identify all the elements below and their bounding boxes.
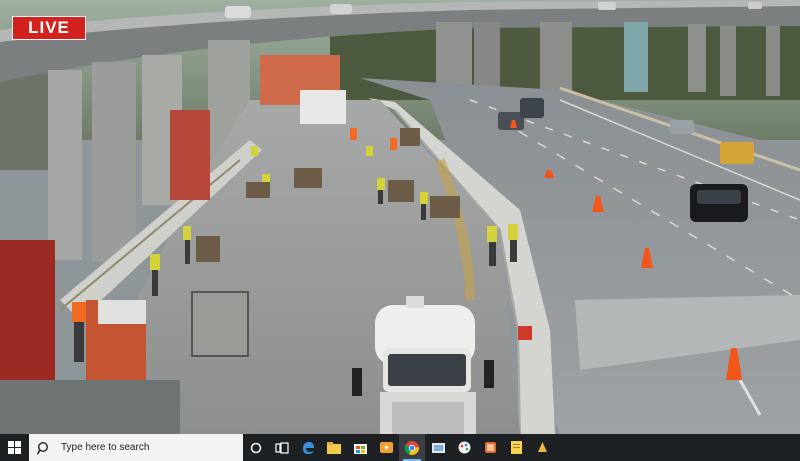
paint-icon: [458, 441, 470, 454]
chrome-button[interactable]: [399, 434, 425, 461]
edge-icon: [302, 442, 314, 454]
notes-icon: [510, 441, 522, 454]
photos-button[interactable]: [425, 434, 451, 461]
search-placeholder: Type here to search: [61, 442, 150, 453]
taskbar-search-box[interactable]: Type here to search: [29, 434, 243, 461]
search-icon: [37, 441, 49, 455]
windows-logo-icon: [8, 441, 21, 454]
highway-construction-scene: [0, 0, 800, 434]
cortana-button[interactable]: [243, 434, 269, 461]
app-button[interactable]: [529, 434, 555, 461]
photos-icon: [431, 443, 445, 453]
snip-icon: [484, 442, 496, 453]
task-view-button[interactable]: [269, 434, 295, 461]
app-icon: [537, 442, 547, 452]
start-button[interactable]: [0, 434, 29, 461]
live-badge: LIVE: [12, 16, 86, 40]
chrome-icon: [404, 440, 419, 455]
edge-button[interactable]: [295, 434, 321, 461]
media-app-button[interactable]: [373, 434, 399, 461]
media-app-icon: [379, 442, 393, 453]
traffic-camera-feed: LIVE: [0, 0, 800, 434]
store-icon: [353, 444, 367, 454]
task-view-icon: [275, 441, 289, 454]
store-button[interactable]: [347, 434, 373, 461]
taskbar: Type here to search: [0, 434, 800, 461]
file-explorer-icon: [327, 441, 341, 454]
snip-button[interactable]: [477, 434, 503, 461]
notes-button[interactable]: [503, 434, 529, 461]
cortana-icon: [250, 442, 262, 453]
paint-button[interactable]: [451, 434, 477, 461]
file-explorer-button[interactable]: [321, 434, 347, 461]
